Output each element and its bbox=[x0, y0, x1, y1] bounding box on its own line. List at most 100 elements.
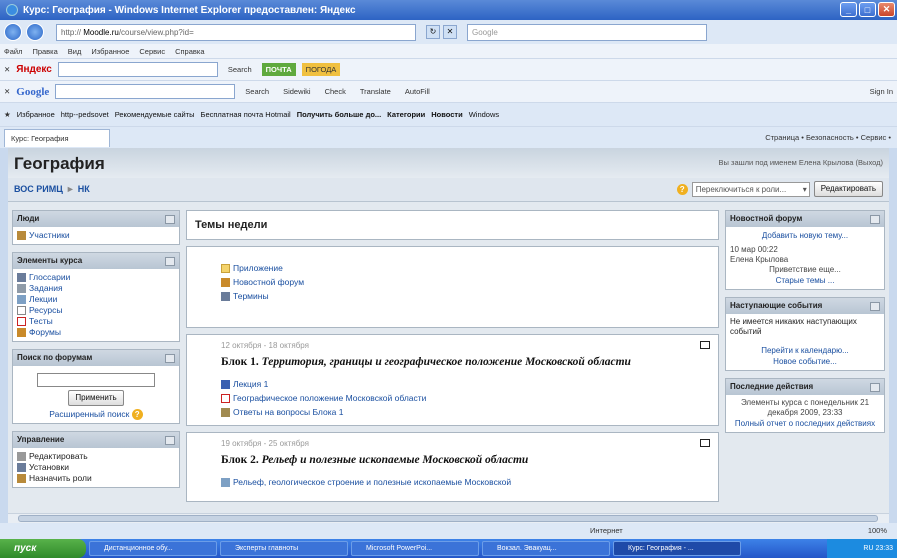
search-input[interactable]: Google bbox=[467, 23, 707, 41]
favorite-link[interactable]: Бесплатная почта Hotmail bbox=[201, 110, 291, 119]
glossary-icon bbox=[221, 291, 230, 301]
forums-link[interactable]: Форумы bbox=[17, 327, 175, 338]
google-search-input[interactable] bbox=[55, 84, 236, 99]
menu-view[interactable]: Вид bbox=[68, 47, 82, 56]
taskbar-item[interactable]: Microsoft PowerPoi... bbox=[351, 541, 479, 556]
block-header[interactable]: Последние действия bbox=[726, 379, 884, 395]
zoom-level[interactable]: 100% bbox=[868, 526, 887, 535]
favorite-link[interactable]: Рекомендуемые сайты bbox=[115, 110, 195, 119]
yandex-mail-chip[interactable]: ПОЧТА bbox=[261, 63, 296, 76]
google-autofill-button[interactable]: AutoFill bbox=[401, 85, 434, 98]
taskbar-item[interactable]: Вокзал. Эвакуац... bbox=[482, 541, 610, 556]
calendar-link[interactable]: Перейти к календарю... bbox=[730, 345, 880, 356]
resources-link[interactable]: Ресурсы bbox=[17, 305, 175, 316]
favorite-link[interactable]: Получить больше до... bbox=[297, 110, 381, 119]
edit-mode-button[interactable]: Редактировать bbox=[813, 181, 883, 197]
breadcrumb-item[interactable]: ВОС РИМЦ bbox=[14, 184, 63, 194]
menu-edit[interactable]: Правка bbox=[32, 47, 57, 56]
menu-file[interactable]: Файл bbox=[4, 47, 22, 56]
login-info[interactable]: Вы зашли под именем Елена Крылова (Выход… bbox=[719, 158, 883, 167]
favorites-button[interactable]: Избранное bbox=[17, 110, 55, 119]
role-select[interactable]: Переключиться к роли... bbox=[691, 181, 810, 197]
google-logo[interactable]: Google bbox=[16, 86, 49, 98]
yandex-search-input[interactable] bbox=[57, 62, 218, 77]
favorite-link[interactable]: Новости bbox=[431, 110, 462, 119]
address-row: http:// Moodle.ru /course/view.php?id= ↻… bbox=[0, 20, 897, 44]
favorite-link[interactable]: http--pedsovet bbox=[61, 110, 109, 119]
close-toolbar-icon[interactable]: ✕ bbox=[4, 87, 10, 96]
old-topics-link[interactable]: Старые темы ... bbox=[730, 275, 880, 286]
advanced-search-link[interactable]: Расширенный поиск bbox=[49, 409, 129, 419]
block-header[interactable]: Новостной форум bbox=[726, 211, 884, 227]
menu-tools[interactable]: Сервис bbox=[139, 47, 165, 56]
appendix-link[interactable]: Приложение bbox=[221, 261, 688, 275]
help-icon[interactable]: ? bbox=[676, 183, 688, 195]
block-header[interactable]: Люди bbox=[13, 211, 179, 227]
news-post-link[interactable]: Приветствие еще... bbox=[730, 265, 880, 275]
block-header[interactable]: Элементы курса bbox=[13, 253, 179, 269]
taskbar-item[interactable]: Эксперты главноты bbox=[220, 541, 348, 556]
assignments-link[interactable]: Задания bbox=[17, 283, 175, 294]
address-bar[interactable]: http:// Moodle.ru /course/view.php?id= bbox=[56, 23, 416, 41]
minimize-button[interactable]: _ bbox=[840, 2, 857, 17]
yandex-weather-chip[interactable]: ПОГОДА bbox=[301, 63, 341, 76]
news-forum-link[interactable]: Новостной форум bbox=[221, 275, 688, 289]
admin-settings-link[interactable]: Установки bbox=[17, 462, 175, 473]
admin-edit-link[interactable]: Редактировать bbox=[17, 451, 175, 462]
highlight-checkbox-icon[interactable] bbox=[700, 341, 710, 349]
add-topic-link[interactable]: Добавить новую тему... bbox=[730, 230, 880, 241]
google-check-button[interactable]: Check bbox=[321, 85, 350, 98]
google-search-button[interactable]: Search bbox=[241, 85, 273, 98]
full-report-link[interactable]: Полный отчет о последних действиях bbox=[730, 418, 880, 429]
address-controls: ↻ ✕ bbox=[426, 25, 457, 39]
terms-link[interactable]: Термины bbox=[221, 289, 688, 303]
highlight-checkbox-icon[interactable] bbox=[700, 439, 710, 447]
command-bar[interactable]: Страница • Безопасность • Сервис • bbox=[765, 133, 897, 142]
participants-icon bbox=[17, 231, 26, 240]
new-event-link[interactable]: Новое событие... bbox=[730, 356, 880, 367]
horizontal-scrollbar[interactable] bbox=[8, 513, 889, 523]
back-button[interactable] bbox=[4, 23, 22, 41]
participants-link[interactable]: Участники bbox=[17, 230, 175, 241]
forum-search-input[interactable] bbox=[37, 373, 155, 387]
activity-text: Элементы курса с понедельник 21 декабря … bbox=[740, 398, 870, 417]
close-button[interactable]: ✕ bbox=[878, 2, 895, 17]
maximize-button[interactable]: □ bbox=[859, 2, 876, 17]
status-bar: Интернет 100% bbox=[0, 523, 897, 539]
favorites-star-icon[interactable]: ★ bbox=[4, 110, 11, 119]
yandex-logo[interactable]: Яндекс bbox=[16, 64, 52, 75]
answers-link[interactable]: Ответы на вопросы Блока 1 bbox=[221, 405, 688, 419]
recent-activity-block: Последние действия Элементы курса с поне… bbox=[725, 378, 885, 433]
google-signin-button[interactable]: Sign In bbox=[866, 85, 897, 98]
block-header[interactable]: Управление bbox=[13, 432, 179, 448]
pdf-icon bbox=[221, 393, 230, 403]
stop-icon[interactable]: ✕ bbox=[443, 25, 457, 39]
lessons-link[interactable]: Лекции bbox=[17, 294, 175, 305]
lecture-link[interactable]: Лекция 1 bbox=[221, 377, 688, 391]
start-button[interactable]: пуск bbox=[0, 539, 86, 558]
favorite-link[interactable]: Категории bbox=[387, 110, 425, 119]
google-translate-button[interactable]: Translate bbox=[356, 85, 395, 98]
glossary-link[interactable]: Глоссарии bbox=[17, 272, 175, 283]
favorite-link[interactable]: Windows bbox=[469, 110, 499, 119]
taskbar-item[interactable]: Дистанционное обу... bbox=[89, 541, 217, 556]
quizzes-link[interactable]: Тесты bbox=[17, 316, 175, 327]
close-toolbar-icon[interactable]: ✕ bbox=[4, 65, 10, 74]
google-sidewiki-button[interactable]: Sidewiki bbox=[279, 85, 315, 98]
google-toolbar: ✕ Google Search Sidewiki Check Translate… bbox=[0, 80, 897, 102]
scrollbar-thumb[interactable] bbox=[18, 515, 878, 522]
block-header[interactable]: Наступающие события bbox=[726, 298, 884, 314]
tab-current[interactable]: Курс: География bbox=[4, 128, 110, 147]
help-icon[interactable]: ? bbox=[131, 409, 143, 420]
menu-help[interactable]: Справка bbox=[175, 47, 204, 56]
refresh-icon[interactable]: ↻ bbox=[426, 25, 440, 39]
admin-roles-link[interactable]: Назначить роли bbox=[17, 473, 175, 484]
forum-search-button[interactable]: Применить bbox=[68, 390, 124, 406]
taskbar-item-active[interactable]: Курс: География - ... bbox=[613, 541, 741, 556]
yandex-search-button[interactable]: Search bbox=[224, 63, 256, 76]
forward-button[interactable] bbox=[26, 23, 44, 41]
menu-favorites[interactable]: Избранное bbox=[91, 47, 129, 56]
resource-link[interactable]: Географическое положение Московской обла… bbox=[221, 391, 688, 405]
relief-link[interactable]: Рельеф, геологическое строение и полезны… bbox=[221, 475, 688, 489]
block-header[interactable]: Поиск по форумам bbox=[13, 350, 179, 366]
